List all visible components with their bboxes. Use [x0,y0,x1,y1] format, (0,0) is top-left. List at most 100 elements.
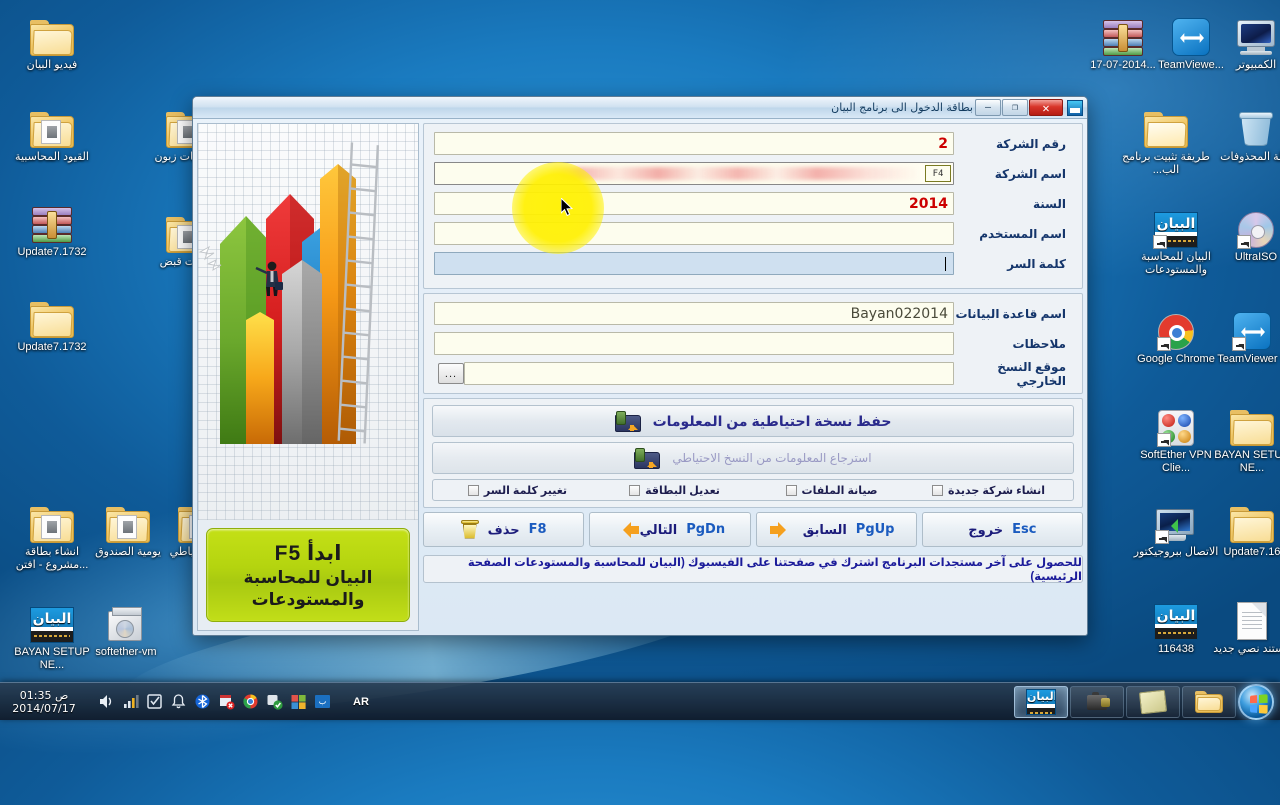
taskbar-button-screen-recorder[interactable] [1070,685,1124,718]
database-fields-group: اسم قاعدة البيانات Bayan022014 ملاحظات م… [423,293,1083,394]
desktop-icon-label: BAYAN SETUP NE... [1214,449,1280,474]
close-button[interactable]: ✕ [1029,99,1063,116]
company-name-input[interactable]: ٭ F4 [434,162,954,185]
checkbox-change-password[interactable]: تغيير كلمة السر [439,484,596,497]
window-title-bar[interactable]: — ❐ ✕ بطاقة الدخول الى برنامج البيان [193,97,1087,119]
checkbox-label: انشاء شركة جديدة [948,484,1045,497]
shortcut-badge-icon [1153,235,1167,249]
volume-icon[interactable] [98,693,115,710]
next-button[interactable]: PgDn التالي [589,512,751,547]
checkbox-box[interactable] [785,484,797,496]
arrow-left-icon [615,521,639,538]
exit-button[interactable]: Esc خروج [921,512,1083,547]
network-icon[interactable] [122,693,139,710]
start-button[interactable] [1238,683,1274,720]
svg-text:ب: ب [319,697,327,706]
windows-update-icon[interactable] [290,693,307,710]
folder-icon [1204,398,1280,446]
winrar-archive-icon [4,195,100,243]
desktop-icon-label: Update7.1732 [17,246,87,258]
notes-input[interactable] [434,332,954,355]
checkbox-file-maintenance[interactable]: صيانة الملفات [753,484,910,497]
checkbox-label: تعديل البطاقة [645,484,720,497]
desktop-icon-teamviewer9[interactable]: TeamViewer 9 [1204,302,1280,366]
desktop-icon-label: الكمبيوتر [1235,59,1277,71]
taskbar-button-sticky-notes[interactable] [1126,685,1180,718]
backup-path-label: موقع النسخ الخارجي [997,359,1066,388]
taskbar-button-bayan[interactable]: البيان [1014,685,1068,718]
taskbar-button-explorer[interactable] [1182,685,1236,718]
flag-error-icon[interactable] [218,693,235,710]
facebook-note-bar[interactable]: للحصول على آخر مستجدات البرنامج اشترك في… [423,555,1083,583]
previous-button[interactable]: PgUp السابق [755,512,917,547]
checkbox-box[interactable] [629,484,641,496]
company-number-value: 2 [938,135,948,152]
taskbar: ص 01:35 2014/07/17 ب AR البيان [0,682,1280,720]
backup-button[interactable]: حفظ نسخة احتياطية من المعلومات [432,405,1074,437]
username-label: اسم المستخدم [979,226,1066,241]
delete-key: F8 [528,522,547,537]
password-label: كلمة السر [1007,256,1066,271]
database-name-input[interactable]: Bayan022014 [434,302,954,325]
year-label: السنة [1032,196,1066,211]
restore-button[interactable]: استرجاع المعلومات من النسخ الاحتياطي [432,442,1074,474]
desktop-icon-accounting-entries[interactable]: القيود المحاسبية [4,100,100,164]
antivirus-icon[interactable] [266,693,283,710]
window-title: بطاقة الدخول الى برنامج البيان [831,101,973,114]
bar-chart-svg [198,142,380,444]
desktop-icon-bayan-video[interactable]: فيديو البيان [4,8,100,72]
text-document-icon [1204,592,1280,640]
desktop-icon-install-guide[interactable]: طريقة تثبيت برنامج الب... [1118,100,1214,176]
browse-button[interactable]: ... [438,363,464,384]
language-indicator[interactable]: AR [353,696,369,708]
year-row: السنة 2014 [434,191,1072,216]
desktop-icon-new-text-document[interactable]: مستند نصي جديد [1204,592,1280,656]
next-key: PgDn [686,522,726,537]
system-tray: ب [90,693,339,710]
desktop-icon-update-folder[interactable]: Update7.1732 [4,290,100,354]
desktop-icon-update-archive[interactable]: Update7.1732 [4,195,100,259]
delete-button[interactable]: F8 حذف [423,512,585,547]
chrome-icon[interactable] [242,693,259,710]
bluetooth-icon[interactable] [194,693,211,710]
next-label: التالي [639,521,678,537]
clock-time: ص 01:35 [19,688,69,702]
desktop-icon-ultraiso[interactable]: UltraISO [1208,200,1280,264]
desktop-icon-update716[interactable]: Update7.16 [1204,495,1280,559]
computer-icon [1208,8,1280,56]
notification-bell-icon[interactable] [170,693,187,710]
year-input[interactable]: 2014 [434,192,954,215]
desktop-icon-bayan-setup-folder[interactable]: BAYAN SETUP NE... [1204,398,1280,474]
folder-open-icon [1118,100,1214,148]
password-input[interactable] [434,252,954,275]
company-number-input[interactable]: 2 [434,132,954,155]
taskbar-notification-area: ص 01:35 2014/07/17 ب AR [0,689,375,715]
database-name-label: اسم قاعدة البيانات [955,306,1066,321]
disc-icon [1208,200,1280,249]
checkbox-box[interactable] [467,484,479,496]
action-center-icon[interactable] [146,693,163,710]
start-line3: والمستودعات [251,589,365,609]
checkbox-edit-card[interactable]: تعديل البطاقة [596,484,753,497]
teamviewer-icon [1204,302,1280,351]
taskbar-clock[interactable]: ص 01:35 2014/07/17 [6,689,82,715]
desktop-icon-recycle-bin[interactable]: سلة المحذوفات [1208,100,1280,164]
checkbox-box[interactable] [932,484,944,496]
maximize-button[interactable]: ❐ [1002,99,1028,116]
minimize-button[interactable]: — [975,99,1001,116]
start-program-button[interactable]: ابدأ F5 البيان للمحاسبة والمستودعات [206,528,410,622]
username-input[interactable] [434,222,954,245]
company-name-label: اسم الشركة [994,166,1066,181]
bayan-tray-icon[interactable]: ب [314,693,331,710]
desktop-icon-softether-vm[interactable]: softether-vm [78,595,174,659]
desktop-icon-computer[interactable]: الكمبيوتر [1208,8,1280,72]
restore-label: استرجاع المعلومات من النسخ الاحتياطي [672,451,872,465]
backup-path-input[interactable] [464,362,954,385]
desktop-icon-label: UltraISO [1234,251,1278,263]
desktop-icon-label: TeamViewer 9 [1217,353,1280,365]
year-value: 2014 [909,195,948,212]
notes-row: ملاحظات [434,331,1072,356]
checkbox-new-company[interactable]: انشاء شركة جديدة [910,484,1067,497]
window-controls: — ❐ ✕ [975,99,1063,116]
company-name-dropdown-button[interactable]: F4 [925,165,951,182]
